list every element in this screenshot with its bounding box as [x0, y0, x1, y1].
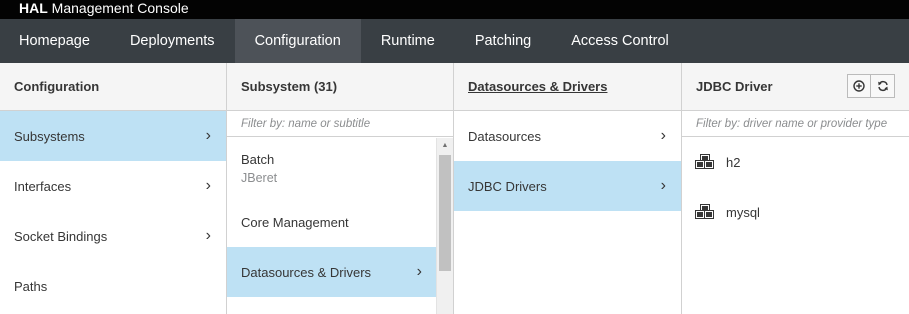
- datasources-column-header: Datasources & Drivers: [454, 63, 681, 111]
- config-item-interfaces[interactable]: Interfaces ›: [0, 161, 226, 211]
- subsystem-column: Subsystem (31) Filter by: name or subtit…: [227, 63, 454, 314]
- subsystem-item-batch[interactable]: Batch JBeret: [227, 137, 436, 197]
- config-item-subsystems[interactable]: Subsystems ›: [0, 111, 226, 161]
- config-item-paths[interactable]: Paths: [0, 261, 226, 311]
- scrollbar-thumb[interactable]: [439, 155, 451, 271]
- nav-deployments[interactable]: Deployments: [110, 19, 235, 63]
- datasources-item-label: Datasources: [468, 128, 541, 144]
- chevron-right-icon: ›: [205, 177, 211, 194]
- config-item-label: Paths: [14, 278, 48, 294]
- chevron-right-icon: ›: [660, 127, 666, 144]
- app-title-brand: HAL: [19, 0, 48, 16]
- subsystem-item-datasources-drivers[interactable]: Datasources & Drivers ›: [227, 247, 436, 297]
- driver-item-mysql[interactable]: mysql: [682, 187, 909, 237]
- cubes-icon: [695, 204, 714, 219]
- subsystem-item-label: Batch: [241, 151, 275, 167]
- cubes-icon: [695, 154, 714, 169]
- datasources-item-jdbc-drivers[interactable]: JDBC Drivers ›: [454, 161, 681, 211]
- jdbc-driver-header-buttons: [847, 74, 895, 98]
- chevron-right-icon: ›: [416, 263, 422, 280]
- subsystem-item-label: Core Management: [241, 214, 349, 230]
- subsystem-item-core-management[interactable]: Core Management: [227, 197, 436, 247]
- datasources-item-label: JDBC Drivers: [468, 178, 547, 194]
- chevron-right-icon: ›: [660, 177, 666, 194]
- driver-item-label: h2: [726, 154, 741, 170]
- jdbc-driver-column-header: JDBC Driver: [682, 63, 909, 111]
- configuration-column: Configuration Subsystems › Interfaces › …: [0, 63, 227, 314]
- config-item-label: Interfaces: [14, 178, 72, 194]
- scroll-up-arrow-icon[interactable]: ▲: [437, 138, 453, 153]
- add-driver-button[interactable]: [847, 74, 871, 98]
- nav-homepage[interactable]: Homepage: [0, 19, 110, 63]
- subsystem-item-subtitle: JBeret: [241, 170, 278, 185]
- subsystem-item-label: Datasources & Drivers: [241, 264, 372, 280]
- add-circle-icon: [853, 80, 865, 92]
- datasources-column: Datasources & Drivers Datasources › JDBC…: [454, 63, 682, 314]
- app-title: HAL Management Console: [0, 0, 909, 19]
- configuration-column-header: Configuration: [0, 63, 226, 111]
- jdbc-driver-column: JDBC Driver Filter by: driver name or pr…: [682, 63, 909, 314]
- top-navigation: Homepage Deployments Configuration Runti…: [0, 19, 909, 63]
- config-item-label: Subsystems: [14, 128, 85, 144]
- refresh-icon: [877, 80, 888, 92]
- finder-columns: Configuration Subsystems › Interfaces › …: [0, 63, 909, 314]
- nav-patching[interactable]: Patching: [455, 19, 551, 63]
- nav-access-control[interactable]: Access Control: [551, 19, 689, 63]
- driver-item-h2[interactable]: h2: [682, 137, 909, 187]
- subsystem-column-header: Subsystem (31): [227, 63, 453, 111]
- nav-configuration[interactable]: Configuration: [234, 19, 361, 63]
- datasources-header-link[interactable]: Datasources & Drivers: [468, 79, 607, 94]
- subsystem-filter-input[interactable]: Filter by: name or subtitle: [227, 111, 453, 137]
- driver-item-label: mysql: [726, 204, 760, 220]
- nav-runtime[interactable]: Runtime: [361, 19, 455, 63]
- jdbc-driver-filter-input[interactable]: Filter by: driver name or provider type: [682, 111, 909, 137]
- refresh-button[interactable]: [871, 74, 895, 98]
- app-title-text: Management Console: [51, 0, 189, 16]
- config-item-label: Socket Bindings: [14, 228, 108, 244]
- config-item-socket-bindings[interactable]: Socket Bindings ›: [0, 211, 226, 261]
- subsystem-scrollbar[interactable]: ▲: [436, 138, 453, 314]
- datasources-item-datasources[interactable]: Datasources ›: [454, 111, 681, 161]
- jdbc-driver-title: JDBC Driver: [696, 79, 773, 94]
- chevron-right-icon: ›: [205, 227, 211, 244]
- chevron-right-icon: ›: [205, 127, 211, 144]
